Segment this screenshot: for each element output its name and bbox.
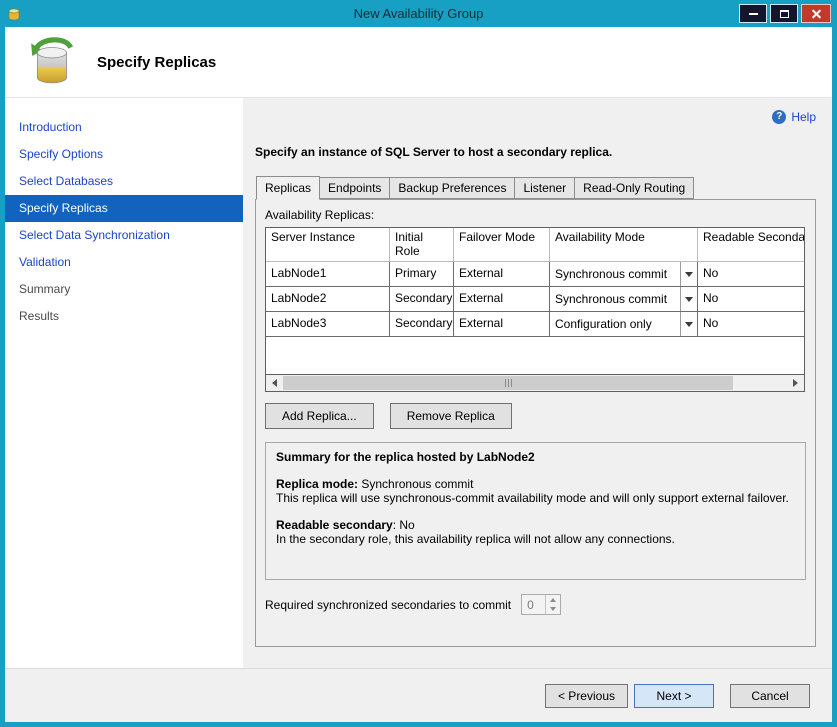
readable-secondary-value: : No — [393, 518, 415, 532]
instruction-text: Specify an instance of SQL Server to hos… — [255, 145, 816, 159]
readable-secondary-label: Readable secondary — [276, 518, 393, 532]
readable-secondary-description: In the secondary role, this availability… — [276, 532, 795, 546]
page-title: Specify Replicas — [97, 54, 216, 71]
table-row-labnode3[interactable]: LabNode3 Secondary External Configuratio… — [266, 312, 804, 337]
readable-secondary-cell: No — [698, 262, 804, 287]
replica-mode-label: Replica mode: — [276, 477, 358, 491]
column-header-availability-mode[interactable]: Availability Mode — [550, 228, 698, 262]
wizard-database-arrow-icon — [29, 34, 77, 91]
minimize-icon — [749, 13, 758, 15]
wizard-header: Specify Replicas — [5, 27, 832, 98]
required-secondaries-row: Required synchronized secondaries to com… — [265, 594, 806, 615]
maximize-button[interactable] — [770, 4, 798, 23]
tab-read-only-routing[interactable]: Read-Only Routing — [574, 177, 694, 199]
add-replica-button[interactable]: Add Replica... — [265, 403, 374, 429]
app-database-icon — [6, 5, 24, 23]
scroll-right-button[interactable] — [787, 375, 804, 391]
replica-actions: Add Replica... Remove Replica — [265, 403, 806, 429]
availability-mode-select[interactable]: Configuration only — [550, 312, 698, 337]
chevron-down-icon[interactable] — [680, 262, 697, 286]
required-secondaries-label: Required synchronized secondaries to com… — [265, 598, 511, 612]
grid-empty-area — [266, 337, 804, 374]
column-header-readable-secondary[interactable]: Readable Secondary — [698, 228, 804, 262]
availability-mode-value: Configuration only — [550, 312, 680, 336]
summary-title: Summary for the replica hosted by LabNod… — [276, 450, 795, 464]
minimize-button[interactable] — [739, 4, 767, 23]
chevron-down-icon[interactable] — [680, 287, 697, 311]
readable-secondary-line: Readable secondary: No — [276, 518, 795, 532]
failover-mode-cell: External — [454, 312, 550, 337]
availability-mode-select[interactable]: Synchronous commit — [550, 262, 698, 287]
availability-mode-value: Synchronous commit — [550, 287, 680, 311]
column-header-initial-role[interactable]: Initial Role — [390, 228, 454, 262]
readable-secondary-cell: No — [698, 312, 804, 337]
help-link[interactable]: ? Help — [255, 109, 816, 125]
initial-role-cell: Primary — [390, 262, 454, 287]
sidebar-item-select-data-synchronization[interactable]: Select Data Synchronization — [5, 222, 243, 249]
sidebar-item-introduction[interactable]: Introduction — [5, 114, 243, 141]
readable-secondary-cell: No — [698, 287, 804, 312]
wizard-footer: < Previous Next > Cancel — [5, 668, 832, 722]
table-row-labnode1[interactable]: LabNode1 Primary External Synchronous co… — [266, 262, 804, 287]
horizontal-scrollbar[interactable] — [266, 374, 804, 391]
scrollbar-thumb[interactable] — [283, 376, 733, 390]
previous-button[interactable]: < Previous — [545, 684, 628, 708]
replica-mode-line: Replica mode: Synchronous commit — [276, 477, 795, 491]
tab-backup-preferences[interactable]: Backup Preferences — [389, 177, 515, 199]
failover-mode-cell: External — [454, 287, 550, 312]
new-availability-group-dialog: New Availability Group — [0, 0, 837, 727]
question-circle-icon: ? — [772, 110, 786, 124]
spinner-buttons — [545, 595, 560, 614]
replica-tabs: Replicas Endpoints Backup Preferences Li… — [255, 176, 816, 199]
server-instance-cell: LabNode2 — [266, 287, 390, 312]
required-secondaries-input[interactable]: 0 — [521, 594, 561, 615]
tab-replicas[interactable]: Replicas — [256, 176, 320, 200]
close-icon — [811, 8, 822, 19]
server-instance-cell: LabNode1 — [266, 262, 390, 287]
chevron-down-icon[interactable] — [680, 312, 697, 336]
sidebar-item-results: Results — [5, 303, 243, 330]
sidebar-item-summary: Summary — [5, 276, 243, 303]
cancel-button[interactable]: Cancel — [730, 684, 810, 708]
sidebar-item-specify-options[interactable]: Specify Options — [5, 141, 243, 168]
remove-replica-button[interactable]: Remove Replica — [390, 403, 512, 429]
availability-mode-select[interactable]: Synchronous commit — [550, 287, 698, 312]
sidebar-item-validation[interactable]: Validation — [5, 249, 243, 276]
next-button[interactable]: Next > — [634, 684, 714, 708]
availability-replicas-grid: Server Instance Initial Role Failover Mo… — [265, 227, 805, 392]
main-panel: ? Help Specify an instance of SQL Server… — [243, 98, 832, 668]
scroll-left-button[interactable] — [266, 375, 283, 391]
window-title: New Availability Group — [0, 6, 837, 21]
initial-role-cell: Secondary — [390, 287, 454, 312]
failover-mode-cell: External — [454, 262, 550, 287]
server-instance-cell: LabNode3 — [266, 312, 390, 337]
column-header-server-instance[interactable]: Server Instance — [266, 228, 390, 262]
sidebar-item-select-databases[interactable]: Select Databases — [5, 168, 243, 195]
spin-down-button[interactable] — [546, 605, 560, 615]
table-row-labnode2[interactable]: LabNode2 Secondary External Synchronous … — [266, 287, 804, 312]
availability-replicas-label: Availability Replicas: — [265, 208, 806, 222]
required-secondaries-value[interactable]: 0 — [522, 595, 545, 614]
replica-mode-value: Synchronous commit — [361, 477, 473, 491]
tab-endpoints[interactable]: Endpoints — [319, 177, 390, 199]
initial-role-cell: Secondary — [390, 312, 454, 337]
sidebar-item-specify-replicas[interactable]: Specify Replicas — [5, 195, 243, 222]
grid-header-row: Server Instance Initial Role Failover Mo… — [266, 228, 804, 262]
replicas-tab-panel: Availability Replicas: Server Instance I… — [255, 199, 816, 647]
spin-up-button[interactable] — [546, 595, 560, 605]
wizard-steps-sidebar: Introduction Specify Options Select Data… — [5, 98, 243, 668]
availability-mode-value: Synchronous commit — [550, 262, 680, 286]
maximize-icon — [780, 10, 789, 18]
tab-listener[interactable]: Listener — [514, 177, 575, 199]
close-button[interactable] — [801, 4, 831, 23]
replica-mode-description: This replica will use synchronous-commit… — [276, 491, 795, 505]
replica-summary-panel: Summary for the replica hosted by LabNod… — [265, 442, 806, 580]
titlebar[interactable]: New Availability Group — [0, 0, 837, 27]
help-label[interactable]: Help — [791, 110, 816, 124]
column-header-failover-mode[interactable]: Failover Mode — [454, 228, 550, 262]
